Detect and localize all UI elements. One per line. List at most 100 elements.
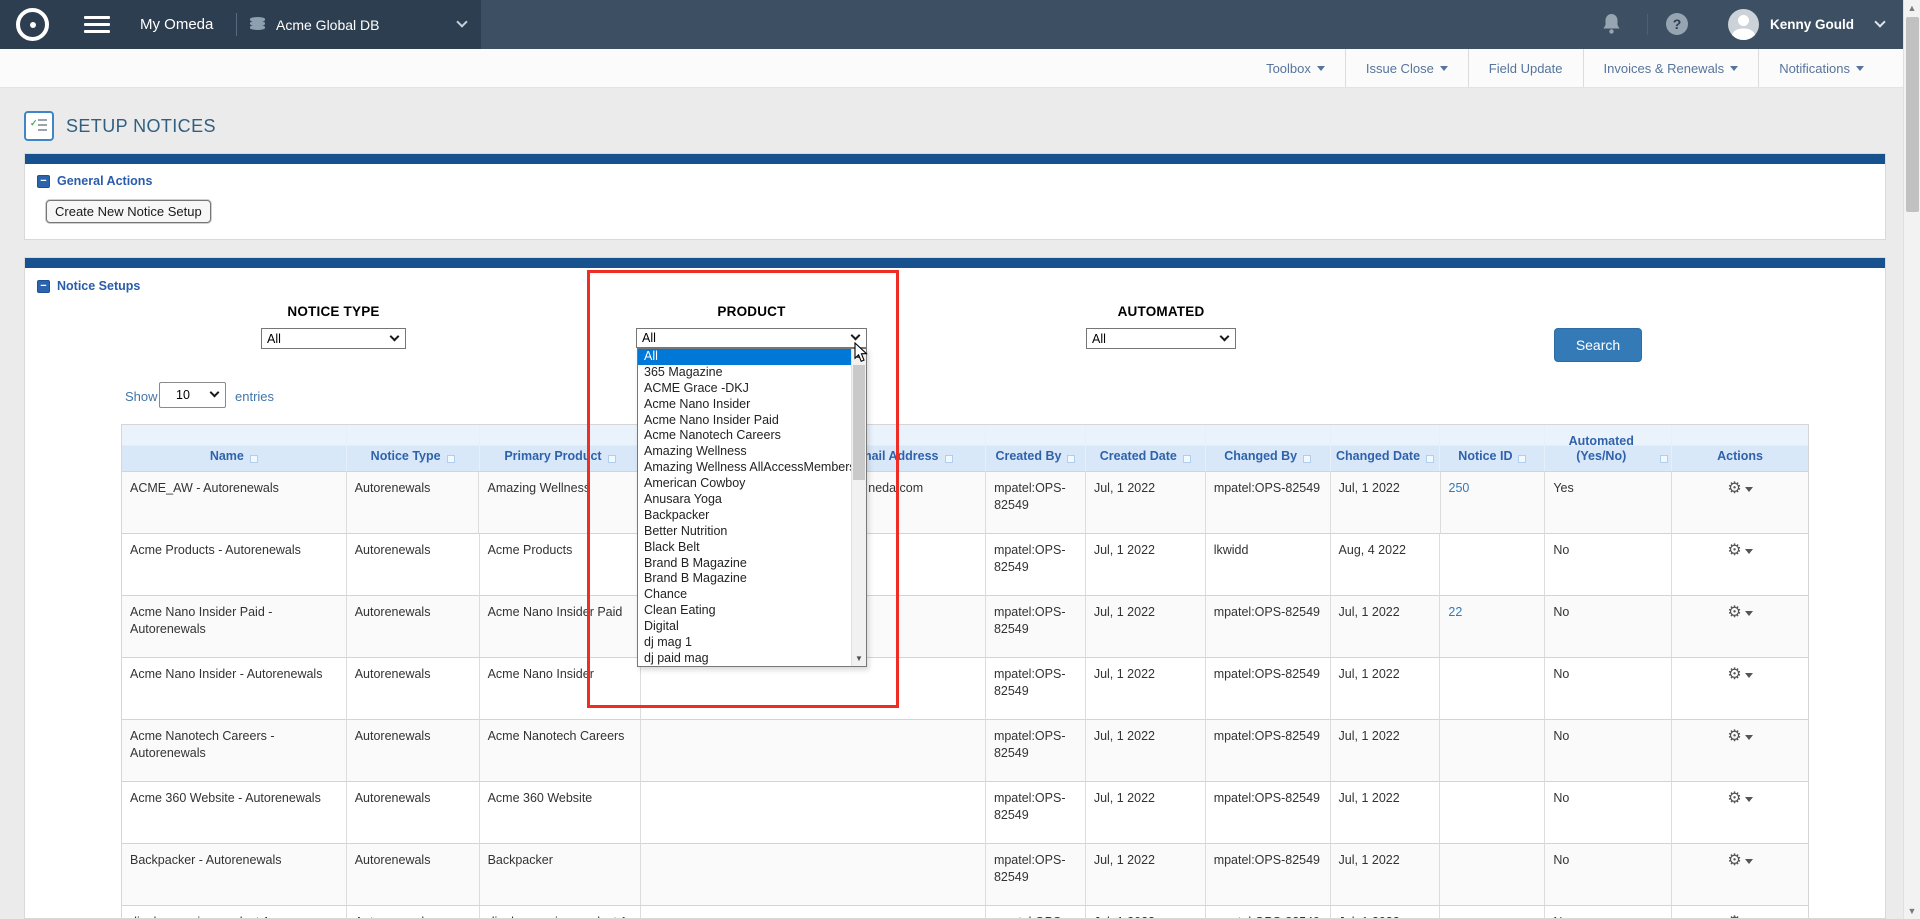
avatar[interactable] bbox=[1728, 9, 1759, 40]
cell-created-date: Jul, 1 2022 bbox=[1086, 720, 1206, 782]
cell-changed-by: mpatel:OPS-82549 bbox=[1206, 658, 1331, 720]
cell-changed-date: Jul, 1 2022 bbox=[1331, 906, 1441, 919]
column-header-changed-date[interactable]: Changed Date bbox=[1331, 425, 1441, 471]
column-header-name[interactable]: Name bbox=[122, 425, 347, 471]
collapse-icon[interactable]: − bbox=[37, 175, 50, 188]
page-scrollbar[interactable]: ▲ ▼ bbox=[1903, 0, 1920, 919]
column-header-label: Notice Type bbox=[371, 449, 441, 465]
gear-icon[interactable]: ⚙ bbox=[1727, 791, 1741, 807]
cell-created-by: mpatel:OPS-82549 bbox=[986, 720, 1086, 782]
column-header-changed-by[interactable]: Changed By bbox=[1206, 425, 1331, 471]
column-header-label: Automated (Yes/No) bbox=[1548, 434, 1654, 465]
sort-icon[interactable] bbox=[1183, 455, 1191, 463]
cell-changed-by: mpatel:OPS-82549 bbox=[1206, 472, 1331, 534]
user-menu[interactable]: Kenny Gould bbox=[1770, 0, 1854, 49]
column-header-notice-type[interactable]: Notice Type bbox=[347, 425, 480, 471]
cell-changed-date: Jul, 1 2022 bbox=[1331, 472, 1441, 534]
notifications-bell-icon[interactable] bbox=[1602, 13, 1621, 40]
caret-down-icon[interactable] bbox=[1745, 859, 1753, 864]
gear-icon[interactable]: ⚙ bbox=[1727, 667, 1741, 683]
database-selector[interactable]: Acme Global DB bbox=[276, 0, 379, 49]
gear-icon[interactable]: ⚙ bbox=[1727, 915, 1741, 919]
chevron-down-icon[interactable] bbox=[1874, 16, 1885, 27]
mouse-cursor bbox=[854, 342, 868, 368]
cell-actions: ⚙ bbox=[1672, 844, 1808, 906]
caret-down-icon[interactable] bbox=[1745, 549, 1753, 554]
caret-down-icon bbox=[1730, 66, 1738, 71]
omeda-logo-icon[interactable] bbox=[16, 8, 49, 41]
hamburger-menu-icon[interactable] bbox=[84, 16, 110, 37]
cell-automated: No bbox=[1545, 596, 1672, 658]
cell-changed-by: mpatel:OPS-82549 bbox=[1206, 844, 1331, 906]
cell-notice-id[interactable]: 22 bbox=[1440, 596, 1545, 658]
cell-changed-by: mpatel:OPS-82549 bbox=[1206, 720, 1331, 782]
cell-notice-id bbox=[1440, 534, 1545, 596]
sort-icon[interactable] bbox=[1303, 455, 1311, 463]
cell-actions: ⚙ bbox=[1672, 596, 1808, 658]
help-icon[interactable]: ? bbox=[1666, 13, 1688, 35]
search-button[interactable]: Search bbox=[1554, 328, 1642, 362]
gear-icon[interactable]: ⚙ bbox=[1727, 605, 1741, 621]
cell-automated: No bbox=[1545, 534, 1672, 596]
table-row: Acme Products - AutorenewalsAutorenewals… bbox=[122, 534, 1808, 596]
sort-icon[interactable] bbox=[1518, 455, 1526, 463]
toolbar-menu-toolbox[interactable]: Toolbox bbox=[1246, 49, 1345, 87]
create-new-notice-setup-button[interactable]: Create New Notice Setup bbox=[46, 200, 211, 223]
cell-name: ACME_AW - Autorenewals bbox=[122, 472, 347, 534]
page-title: SETUP NOTICES bbox=[66, 116, 216, 137]
cell-created-date: Jul, 1 2022 bbox=[1086, 658, 1206, 720]
scrollbar-thumb[interactable] bbox=[1906, 17, 1919, 212]
entries-label: entries bbox=[235, 389, 274, 404]
caret-down-icon[interactable] bbox=[1745, 487, 1753, 492]
caret-down-icon bbox=[1317, 66, 1325, 71]
notice-type-select[interactable]: All bbox=[261, 328, 406, 349]
cell-notice-id[interactable]: 250 bbox=[1441, 472, 1546, 534]
brand-link[interactable]: My Omeda bbox=[140, 0, 213, 49]
collapse-icon[interactable]: − bbox=[37, 280, 50, 293]
scroll-up-icon[interactable]: ▲ bbox=[1904, 0, 1920, 16]
caret-down-icon[interactable] bbox=[1745, 797, 1753, 802]
secondary-toolbar: ToolboxIssue CloseField Update Invoices &… bbox=[0, 49, 1920, 88]
automated-select[interactable]: All bbox=[1086, 328, 1236, 349]
cell-automated: No bbox=[1545, 782, 1672, 844]
sort-icon[interactable] bbox=[250, 455, 258, 463]
gear-icon[interactable]: ⚙ bbox=[1727, 543, 1741, 559]
gear-icon[interactable]: ⚙ bbox=[1727, 481, 1741, 497]
caret-down-icon[interactable] bbox=[1745, 611, 1753, 616]
sort-icon[interactable] bbox=[1660, 455, 1668, 463]
page-size-select[interactable]: 10 bbox=[159, 382, 226, 408]
column-header-automated-yes-no-[interactable]: Automated (Yes/No) bbox=[1545, 425, 1672, 471]
toolbar-menu-notifications[interactable]: Notifications bbox=[1759, 49, 1884, 87]
column-header-label: Changed Date bbox=[1336, 449, 1420, 465]
gear-icon[interactable]: ⚙ bbox=[1727, 729, 1741, 745]
caret-down-icon[interactable] bbox=[1745, 735, 1753, 740]
cell-created-by: mpatel:OPS-82549 bbox=[986, 658, 1086, 720]
notice-setups-title[interactable]: Notice Setups bbox=[57, 279, 140, 293]
toolbar-menu-issue-close[interactable]: Issue Close bbox=[1346, 49, 1468, 87]
column-header-created-date[interactable]: Created Date bbox=[1086, 425, 1206, 471]
gear-icon[interactable]: ⚙ bbox=[1727, 853, 1741, 869]
sort-icon[interactable] bbox=[447, 455, 455, 463]
column-header-label: Name bbox=[210, 449, 244, 465]
table-row: Acme Nano Insider Paid - AutorenewalsAut… bbox=[122, 596, 1808, 658]
cell-name: Acme Nano Insider - Autorenewals bbox=[122, 658, 347, 720]
toolbar-menu-invoices-renewals[interactable]: Invoices & Renewals bbox=[1584, 49, 1759, 87]
column-header-created-by[interactable]: Created By bbox=[986, 425, 1086, 471]
column-header-notice-id[interactable]: Notice ID bbox=[1440, 425, 1545, 471]
cell-notice-id bbox=[1440, 844, 1545, 906]
sort-icon[interactable] bbox=[1067, 455, 1075, 463]
cell-confirmation-email-visible bbox=[641, 782, 986, 844]
general-actions-title[interactable]: General Actions bbox=[57, 174, 152, 188]
cell-notice-type: Autorenewals bbox=[347, 782, 480, 844]
cell-primary-product: Acme 360 Website bbox=[480, 782, 642, 844]
caret-down-icon[interactable] bbox=[1745, 673, 1753, 678]
cell-confirmation-email-visible bbox=[641, 906, 986, 919]
top-navbar: My Omeda Acme Global DB ? Kenny Gould bbox=[0, 0, 1920, 49]
toolbar-menu-label: Invoices & Renewals bbox=[1604, 61, 1725, 76]
sort-icon[interactable] bbox=[945, 455, 953, 463]
sort-icon[interactable] bbox=[1426, 455, 1434, 463]
cell-actions: ⚙ bbox=[1672, 534, 1808, 596]
toolbar-menu-field-update[interactable]: Field Update bbox=[1469, 49, 1583, 87]
notice-type-label: NOTICE TYPE bbox=[261, 304, 406, 319]
scroll-down-icon[interactable]: ▼ bbox=[1904, 903, 1920, 919]
